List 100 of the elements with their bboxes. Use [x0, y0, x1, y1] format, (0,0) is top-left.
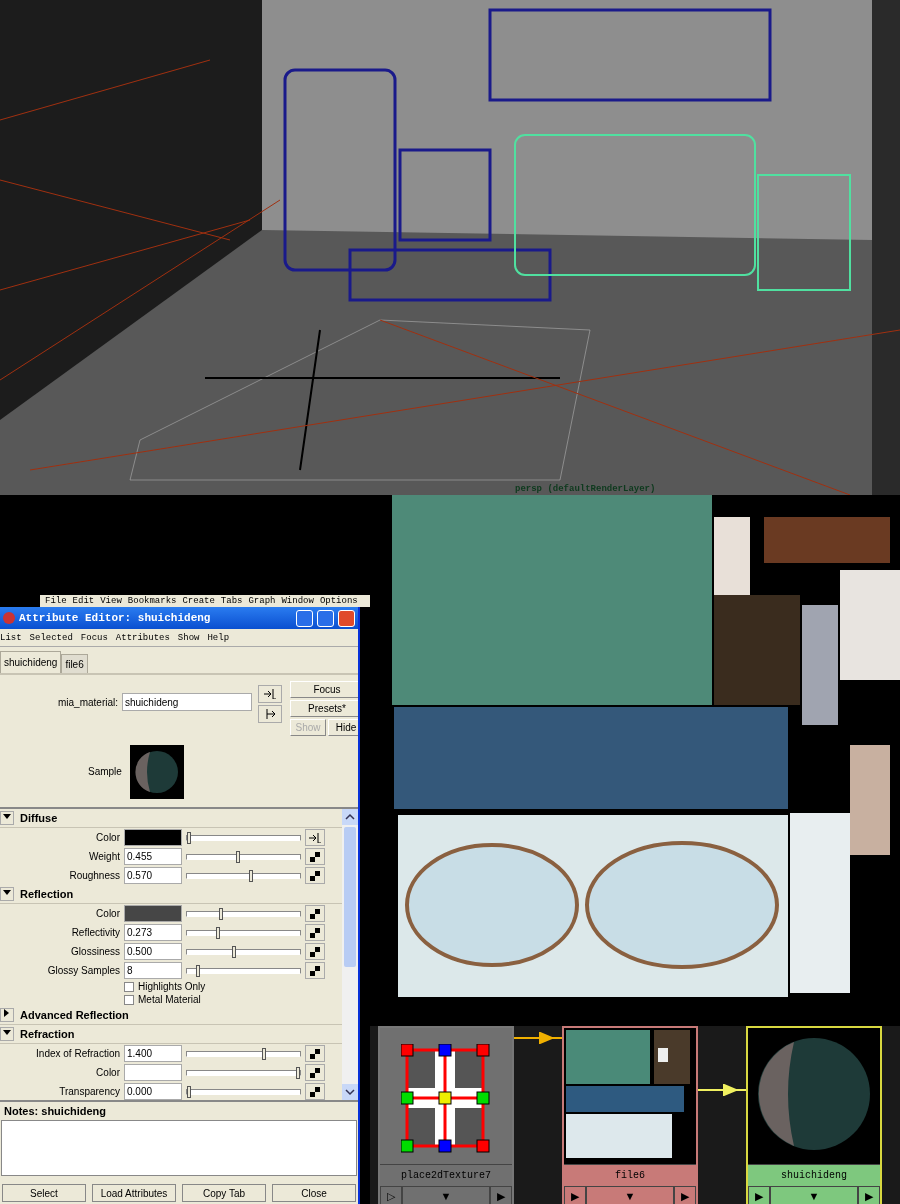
slider-thumb[interactable]: [232, 945, 237, 958]
slider-thumb[interactable]: [261, 1047, 266, 1060]
menu-item[interactable]: Window: [281, 596, 314, 606]
editor-button[interactable]: Presets*: [290, 700, 358, 717]
node-control[interactable]: ▶: [564, 1186, 586, 1204]
menu-item[interactable]: Bookmarks: [127, 596, 177, 606]
maximize-button[interactable]: [317, 609, 334, 627]
slider-thumb[interactable]: [187, 1085, 192, 1098]
attribute-label: Glossiness: [70, 946, 120, 957]
node-control[interactable]: ▼: [586, 1186, 674, 1204]
menu-item[interactable]: Focus: [80, 632, 108, 643]
viewport-label: persp (defaultRenderLayer): [515, 484, 656, 494]
output-connection-button[interactable]: [258, 705, 282, 723]
map-button[interactable]: [305, 924, 325, 941]
caret-right-icon: [4, 1009, 10, 1017]
value-field[interactable]: 1.400: [124, 1045, 182, 1062]
color-swatch[interactable]: [124, 829, 182, 846]
node-control[interactable]: ▶: [748, 1186, 770, 1204]
node-control[interactable]: ▶: [490, 1186, 512, 1204]
graph-node[interactable]: file6 ▶ ▼ ▶: [562, 1026, 698, 1204]
menu-item[interactable]: Graph: [248, 596, 276, 606]
value-field[interactable]: 0.500: [124, 943, 182, 960]
node-control[interactable]: ▼: [770, 1186, 858, 1204]
checker-icon: [310, 851, 320, 862]
slider-thumb[interactable]: [187, 831, 192, 844]
map-button[interactable]: [305, 1045, 325, 1062]
node-label: file6: [564, 1164, 696, 1186]
footer-button[interactable]: Load Attributes: [92, 1184, 176, 1202]
map-button[interactable]: [305, 943, 325, 960]
attribute-label: Index of Refraction: [35, 1048, 120, 1059]
menu-item[interactable]: Create: [182, 596, 215, 606]
notes-field[interactable]: [1, 1120, 357, 1176]
node-control[interactable]: ▶: [674, 1186, 696, 1204]
caret-down-icon: [3, 890, 11, 896]
scroll-up-button[interactable]: [342, 809, 358, 825]
minimize-button[interactable]: [296, 609, 313, 627]
slider-thumb[interactable]: [249, 869, 254, 882]
menu-item[interactable]: Edit: [72, 596, 95, 606]
input-connection-button[interactable]: [258, 685, 282, 703]
editor-button[interactable]: Focus: [290, 681, 358, 698]
node-control[interactable]: ▶: [858, 1186, 880, 1204]
slider-thumb[interactable]: [295, 1066, 300, 1079]
map-button[interactable]: [305, 1064, 325, 1081]
section-toggle[interactable]: [0, 1027, 14, 1041]
menu-item[interactable]: Options: [319, 596, 358, 606]
node-control[interactable]: ▷: [380, 1186, 402, 1204]
value-field[interactable]: 8: [124, 962, 182, 979]
tab[interactable]: file6: [61, 654, 88, 673]
value-field[interactable]: 0.570: [124, 867, 182, 884]
node-name-field[interactable]: shuichideng: [122, 693, 252, 711]
scrollbar[interactable]: [342, 809, 358, 1100]
node-control[interactable]: ▼: [402, 1186, 490, 1204]
map-button[interactable]: [305, 905, 325, 922]
menu-item[interactable]: List: [0, 632, 22, 643]
attribute-label: Color: [95, 832, 120, 843]
checker-icon: [310, 908, 320, 919]
section-toggle[interactable]: [0, 811, 14, 825]
connection-arrow: [698, 1084, 746, 1096]
value-field[interactable]: 0.000: [124, 1083, 182, 1100]
menu-item[interactable]: Selected: [29, 632, 73, 643]
map-button[interactable]: [305, 1083, 325, 1100]
checkbox[interactable]: [124, 994, 134, 1005]
arrow-out-icon: [264, 709, 276, 719]
menu-item[interactable]: Tabs: [220, 596, 243, 606]
color-swatch[interactable]: [124, 1064, 182, 1081]
graph-node[interactable]: place2dTexture7 ▷ ▼ ▶: [378, 1026, 514, 1204]
map-button[interactable]: [305, 848, 325, 865]
checkbox[interactable]: [124, 981, 134, 992]
graph-node[interactable]: shuichideng ▶ ▼ ▶: [746, 1026, 882, 1204]
close-button[interactable]: [338, 609, 355, 627]
slider-thumb[interactable]: [218, 907, 223, 920]
map-button[interactable]: [305, 962, 325, 979]
section-title: Diffuse: [20, 812, 58, 824]
menu-item[interactable]: File: [45, 596, 67, 606]
menu-item[interactable]: Help: [207, 632, 230, 643]
section-toggle[interactable]: [0, 887, 14, 901]
slider-thumb[interactable]: [215, 926, 220, 939]
attribute-label: Weight: [88, 851, 120, 862]
value-field[interactable]: 0.273: [124, 924, 182, 941]
value-field[interactable]: 0.455: [124, 848, 182, 865]
checker-icon: [310, 965, 320, 976]
color-swatch[interactable]: [124, 905, 182, 922]
checkbox-label: Metal Material: [138, 994, 201, 1005]
footer-button[interactable]: Close: [272, 1184, 356, 1202]
slider-thumb[interactable]: [236, 850, 241, 863]
scroll-down-button[interactable]: [342, 1084, 358, 1100]
checkbox-label: Highlights Only: [138, 981, 206, 992]
map-button[interactable]: [305, 867, 325, 884]
footer-button[interactable]: Select: [2, 1184, 86, 1202]
tab[interactable]: shuichideng: [0, 651, 62, 673]
material-sample-preview: [129, 744, 184, 799]
menu-item[interactable]: Attributes: [115, 632, 170, 643]
toggle-button[interactable]: Hide: [328, 719, 358, 736]
slider-thumb[interactable]: [196, 964, 201, 977]
footer-button[interactable]: Copy Tab: [182, 1184, 266, 1202]
section-toggle[interactable]: [0, 1008, 14, 1022]
menu-item[interactable]: Show: [177, 632, 200, 643]
checker-icon: [310, 1048, 320, 1059]
connection-button[interactable]: [305, 829, 325, 846]
menu-item[interactable]: View: [100, 596, 122, 606]
